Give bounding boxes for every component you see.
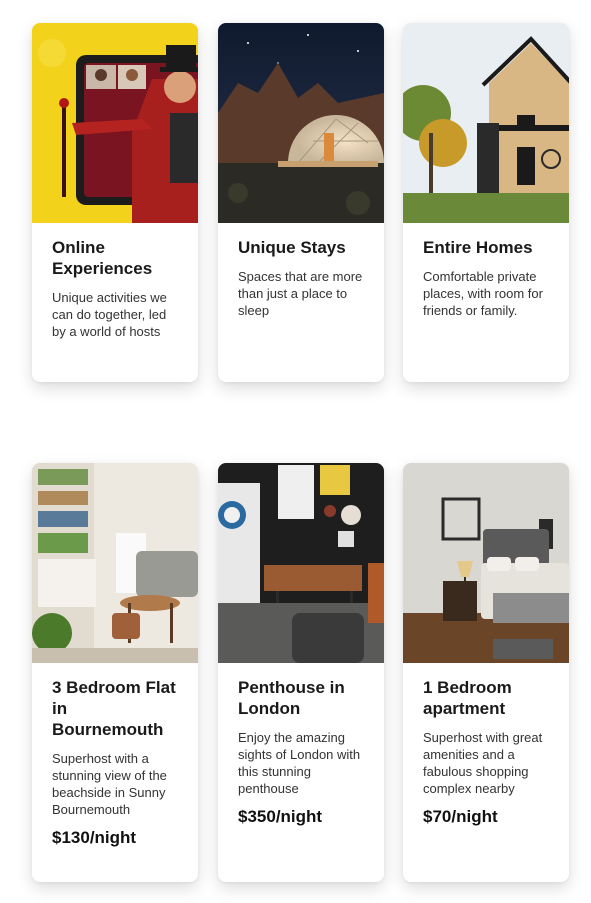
bournemouth-flat-image	[32, 463, 198, 663]
unique-stays-image	[218, 23, 384, 223]
experience-card-online[interactable]: Online Experiences Unique activities we …	[32, 23, 198, 382]
price-per-night: $350/night	[238, 807, 323, 826]
listing-card-one-bedroom[interactable]: 1 Bedroom apartment Superhost with great…	[403, 463, 569, 882]
card-title: Unique Stays	[238, 238, 346, 257]
card-description: Enjoy the amazing sights of London with …	[238, 730, 361, 796]
card-description: Comfortable private places, with room fo…	[423, 269, 543, 318]
one-bedroom-apartment-image	[403, 463, 569, 663]
price-per-night: $130/night	[52, 828, 137, 847]
card-description: Superhost with great amenities and a fab…	[423, 730, 543, 796]
card-title: Entire Homes	[423, 238, 533, 257]
price-per-night: $70/night	[423, 807, 498, 826]
experience-card-entire-homes[interactable]: Entire Homes Comfortable private places,…	[403, 23, 569, 382]
card-title: 3 Bedroom Flat in Bournemouth	[52, 678, 176, 739]
online-experiences-image	[32, 23, 198, 223]
card-title: Online Experiences	[52, 238, 153, 278]
experience-card-unique-stays[interactable]: Unique Stays Spaces that are more than j…	[218, 23, 384, 382]
london-penthouse-image	[218, 463, 384, 663]
card-title: 1 Bedroom apartment	[423, 678, 512, 718]
card-description: Superhost with a stunning view of the be…	[52, 751, 167, 817]
listing-card-bournemouth[interactable]: 3 Bedroom Flat in Bournemouth Superhost …	[32, 463, 198, 882]
card-title: Penthouse in London	[238, 678, 345, 718]
entire-homes-image	[403, 23, 569, 223]
card-description: Spaces that are more than just a place t…	[238, 269, 363, 318]
card-description: Unique activities we can do together, le…	[52, 290, 167, 339]
listing-card-london-penthouse[interactable]: Penthouse in London Enjoy the amazing si…	[218, 463, 384, 882]
